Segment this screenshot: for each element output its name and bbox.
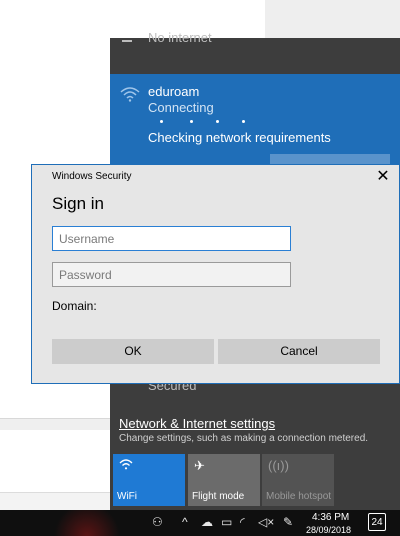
taskbar: ⚇ ^ ☁ ▭ ◜ ◁× ✎ 4:36 PM 28/09/2018 24: [0, 510, 400, 536]
password-field[interactable]: [52, 262, 291, 287]
people-icon[interactable]: ⚇: [152, 515, 163, 529]
sign-in-heading: Sign in: [52, 194, 104, 213]
ok-button[interactable]: OK: [52, 339, 214, 364]
mobile-hotspot-tile[interactable]: ((ı)) Mobile hotspot: [262, 454, 334, 506]
airplane-icon: ✈: [194, 458, 205, 473]
flight-mode-tile-label: Flight mode: [192, 491, 245, 502]
background-window-band: [0, 418, 110, 430]
dialog-title: Windows Security: [52, 171, 132, 182]
network-status: Connecting: [148, 100, 214, 115]
show-hidden-icons-chevron-icon[interactable]: ^: [182, 515, 188, 529]
network-name: eduroam: [148, 84, 200, 99]
flight-mode-tile[interactable]: ✈ Flight mode: [188, 454, 260, 506]
hotspot-icon: ((ı)): [268, 458, 289, 473]
wifi-tray-icon[interactable]: ◜: [240, 515, 245, 529]
volume-muted-icon[interactable]: ◁×: [258, 515, 274, 529]
network-settings-link[interactable]: Network & Internet settings: [119, 416, 275, 431]
clock-date[interactable]: 28/09/2018: [306, 525, 351, 535]
network-requirements-status: Checking network requirements: [148, 130, 331, 145]
wifi-icon: [119, 458, 133, 473]
mobile-hotspot-tile-label: Mobile hotspot: [266, 491, 332, 502]
onedrive-icon[interactable]: ☁: [201, 515, 213, 529]
connecting-progress-dots: [160, 120, 260, 126]
clock-time[interactable]: 4:36 PM: [312, 512, 349, 523]
network-item-eduroam[interactable]: eduroam Connecting Checking network requ…: [110, 74, 400, 166]
battery-icon[interactable]: ▭: [221, 515, 232, 529]
domain-label: Domain:: [52, 299, 97, 313]
wifi-tile[interactable]: WiFi: [113, 454, 185, 506]
windows-security-dialog: Windows Security ✕ Sign in Domain: OK Ca…: [31, 164, 400, 384]
action-center-notification-icon[interactable]: 24: [368, 513, 386, 531]
no-internet-label: No internet: [148, 30, 212, 45]
wifi-signal-icon: [120, 86, 140, 107]
pen-workspace-icon[interactable]: ✎: [283, 515, 293, 529]
username-field[interactable]: [52, 226, 291, 251]
wifi-tile-label: WiFi: [117, 491, 137, 502]
network-settings-description: Change settings, such as making a connec…: [119, 433, 369, 444]
close-icon[interactable]: ✕: [372, 167, 394, 187]
cancel-button[interactable]: Cancel: [218, 339, 380, 364]
background-window-band: [0, 492, 110, 510]
taskbar-app-glow: [52, 510, 122, 536]
background-window-gray-area: [265, 0, 400, 40]
no-internet-icon: [122, 32, 132, 42]
